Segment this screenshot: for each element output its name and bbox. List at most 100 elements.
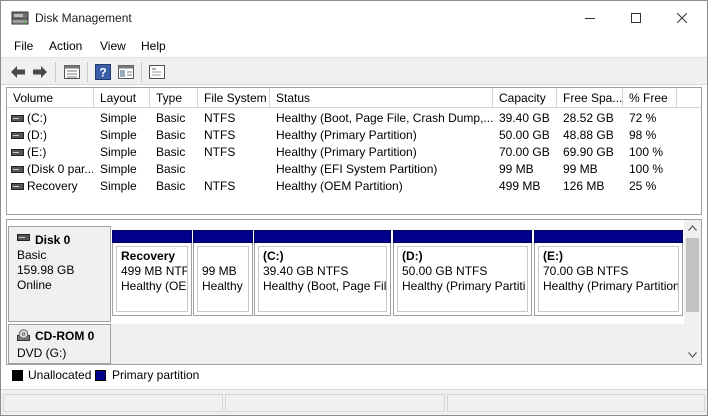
cell-capacity: 70.00 GB [499,145,550,159]
cell-free-space: 99 MB [563,162,598,176]
menu-help[interactable]: Help [141,39,166,53]
toolbar-separator [141,62,142,82]
column-header-layout[interactable]: Layout [94,88,150,108]
partition-efi[interactable]: 99 MB Healthy [193,230,253,316]
partition-d[interactable]: (D:) 50.00 GB NTFS Healthy (Primary Part… [393,230,532,316]
unallocated-swatch [12,370,23,381]
partition-e[interactable]: (E:) 70.00 GB NTFS Healthy (Primary Part… [534,230,683,316]
drive-icon [11,115,24,122]
cell-status: Healthy (Boot, Page File, Crash Dump,... [276,111,493,125]
cell-type: Basic [156,128,186,142]
cdrom-0-label[interactable]: CD-ROM 0 DVD (G:) [8,324,111,364]
primary-partition-bar [112,230,192,243]
legend-primary-partition: Primary partition [112,368,200,382]
menu-action[interactable]: Action [49,39,82,53]
cell-type: Basic [156,145,186,159]
status-pane [3,394,223,412]
disk-map-scrollbar[interactable] [684,220,701,364]
toolbar-separator [55,62,56,82]
help-button[interactable]: ? [94,63,112,81]
disk-management-icon [11,11,29,25]
column-header-capacity[interactable]: Capacity [493,88,557,108]
disk-0-label[interactable]: Disk 0 Basic 159.98 GB Online [8,226,111,322]
partition-title: Recovery [121,249,176,263]
partition-status: Healthy [202,279,243,293]
back-button[interactable] [9,63,27,81]
menu-bar: File Action View Help [1,35,707,57]
cell-free-space: 48.88 GB [563,128,614,142]
disk-list-button[interactable] [63,63,81,81]
partition-c[interactable]: (C:) 39.40 GB NTFS Healthy (Boot, Page F… [254,230,391,316]
column-header-percent-free[interactable]: % Free [623,88,677,108]
scroll-down-icon[interactable] [688,352,697,358]
cell-free-space: 28.52 GB [563,111,614,125]
volume-row[interactable]: (E:) Simple Basic NTFS Healthy (Primary … [7,144,701,161]
disk-size: 159.98 GB [17,263,75,277]
column-header-type[interactable]: Type [150,88,198,108]
partition-size: 39.40 GB NTFS [263,264,349,278]
title-bar[interactable]: Disk Management [1,1,707,35]
console-button[interactable] [148,63,166,81]
column-header-status[interactable]: Status [270,88,493,108]
cell-file-system: NTFS [204,145,236,159]
cell-type: Basic [156,111,186,125]
primary-partition-bar [193,230,253,243]
minimize-button[interactable] [567,1,613,35]
disk-map[interactable]: Disk 0 Basic 159.98 GB Online Recovery 4… [6,219,702,365]
cell-volume: Recovery [27,179,78,193]
menu-view[interactable]: View [100,39,126,53]
column-header-free-space[interactable]: Free Spa... [557,88,623,108]
cell-file-system: NTFS [204,111,236,125]
cell-layout: Simple [100,145,137,159]
cell-status: Healthy (EFI System Partition) [276,162,438,176]
cell-status: Healthy (Primary Partition) [276,128,417,142]
cell-status: Healthy (Primary Partition) [276,145,417,159]
cell-file-system [204,161,270,178]
status-pane [447,394,705,412]
partition-title: (C:) [263,249,284,263]
volume-row[interactable]: (Disk 0 par... Simple Basic Healthy (EFI… [7,161,701,178]
volume-row[interactable]: (C:) Simple Basic NTFS Healthy (Boot, Pa… [7,110,701,127]
hard-disk-icon [17,234,30,241]
toolbar: ? [1,57,707,85]
cell-capacity: 99 MB [499,162,534,176]
disk-list-icon [64,65,80,79]
cell-percent-free: 100 % [629,162,664,176]
primary-partition-bar [534,230,683,243]
console-icon [149,65,165,79]
cell-free-space: 126 MB [563,179,605,193]
volume-row[interactable]: Recovery Simple Basic NTFS Healthy (OEM … [7,178,701,195]
volume-list[interactable]: Volume Layout Type File System Status Ca… [6,87,702,215]
column-header-volume[interactable]: Volume [7,88,94,108]
help-icon: ? [95,64,111,80]
forward-button[interactable] [31,63,49,81]
properties-button[interactable] [117,63,135,81]
drive-icon [11,149,24,156]
cell-type: Basic [156,162,186,176]
partition-status: Healthy (Boot, Page File [263,279,387,293]
cell-status: Healthy (OEM Partition) [276,179,403,193]
cell-layout: Simple [100,162,137,176]
cell-percent-free: 98 % [629,128,657,142]
close-button[interactable] [659,1,705,35]
partition-recovery[interactable]: Recovery 499 MB NTF Healthy (OEI [112,230,192,316]
cell-volume: (E:) [27,145,47,159]
scroll-up-icon[interactable] [688,225,697,231]
cell-free-space: 69.90 GB [563,145,614,159]
partition-size: 99 MB [202,264,237,278]
cell-volume: (Disk 0 par... [27,162,93,176]
column-header-file-system[interactable]: File System [198,88,270,108]
scrollbar-thumb[interactable] [686,238,699,312]
partition-status: Healthy (Primary Partiti [402,279,526,293]
partition-size: 50.00 GB NTFS [402,264,488,278]
cdrom-name: CD-ROM 0 [35,329,95,343]
cell-capacity: 499 MB [499,179,541,193]
toolbar-separator [87,62,88,82]
volume-row[interactable]: (D:) Simple Basic NTFS Healthy (Primary … [7,127,701,144]
maximize-button[interactable] [613,1,659,35]
legend-unallocated: Unallocated [28,368,92,382]
cell-type: Basic [156,179,186,193]
svg-text:?: ? [99,66,106,80]
drive-icon [11,132,24,139]
menu-file[interactable]: File [14,39,33,53]
